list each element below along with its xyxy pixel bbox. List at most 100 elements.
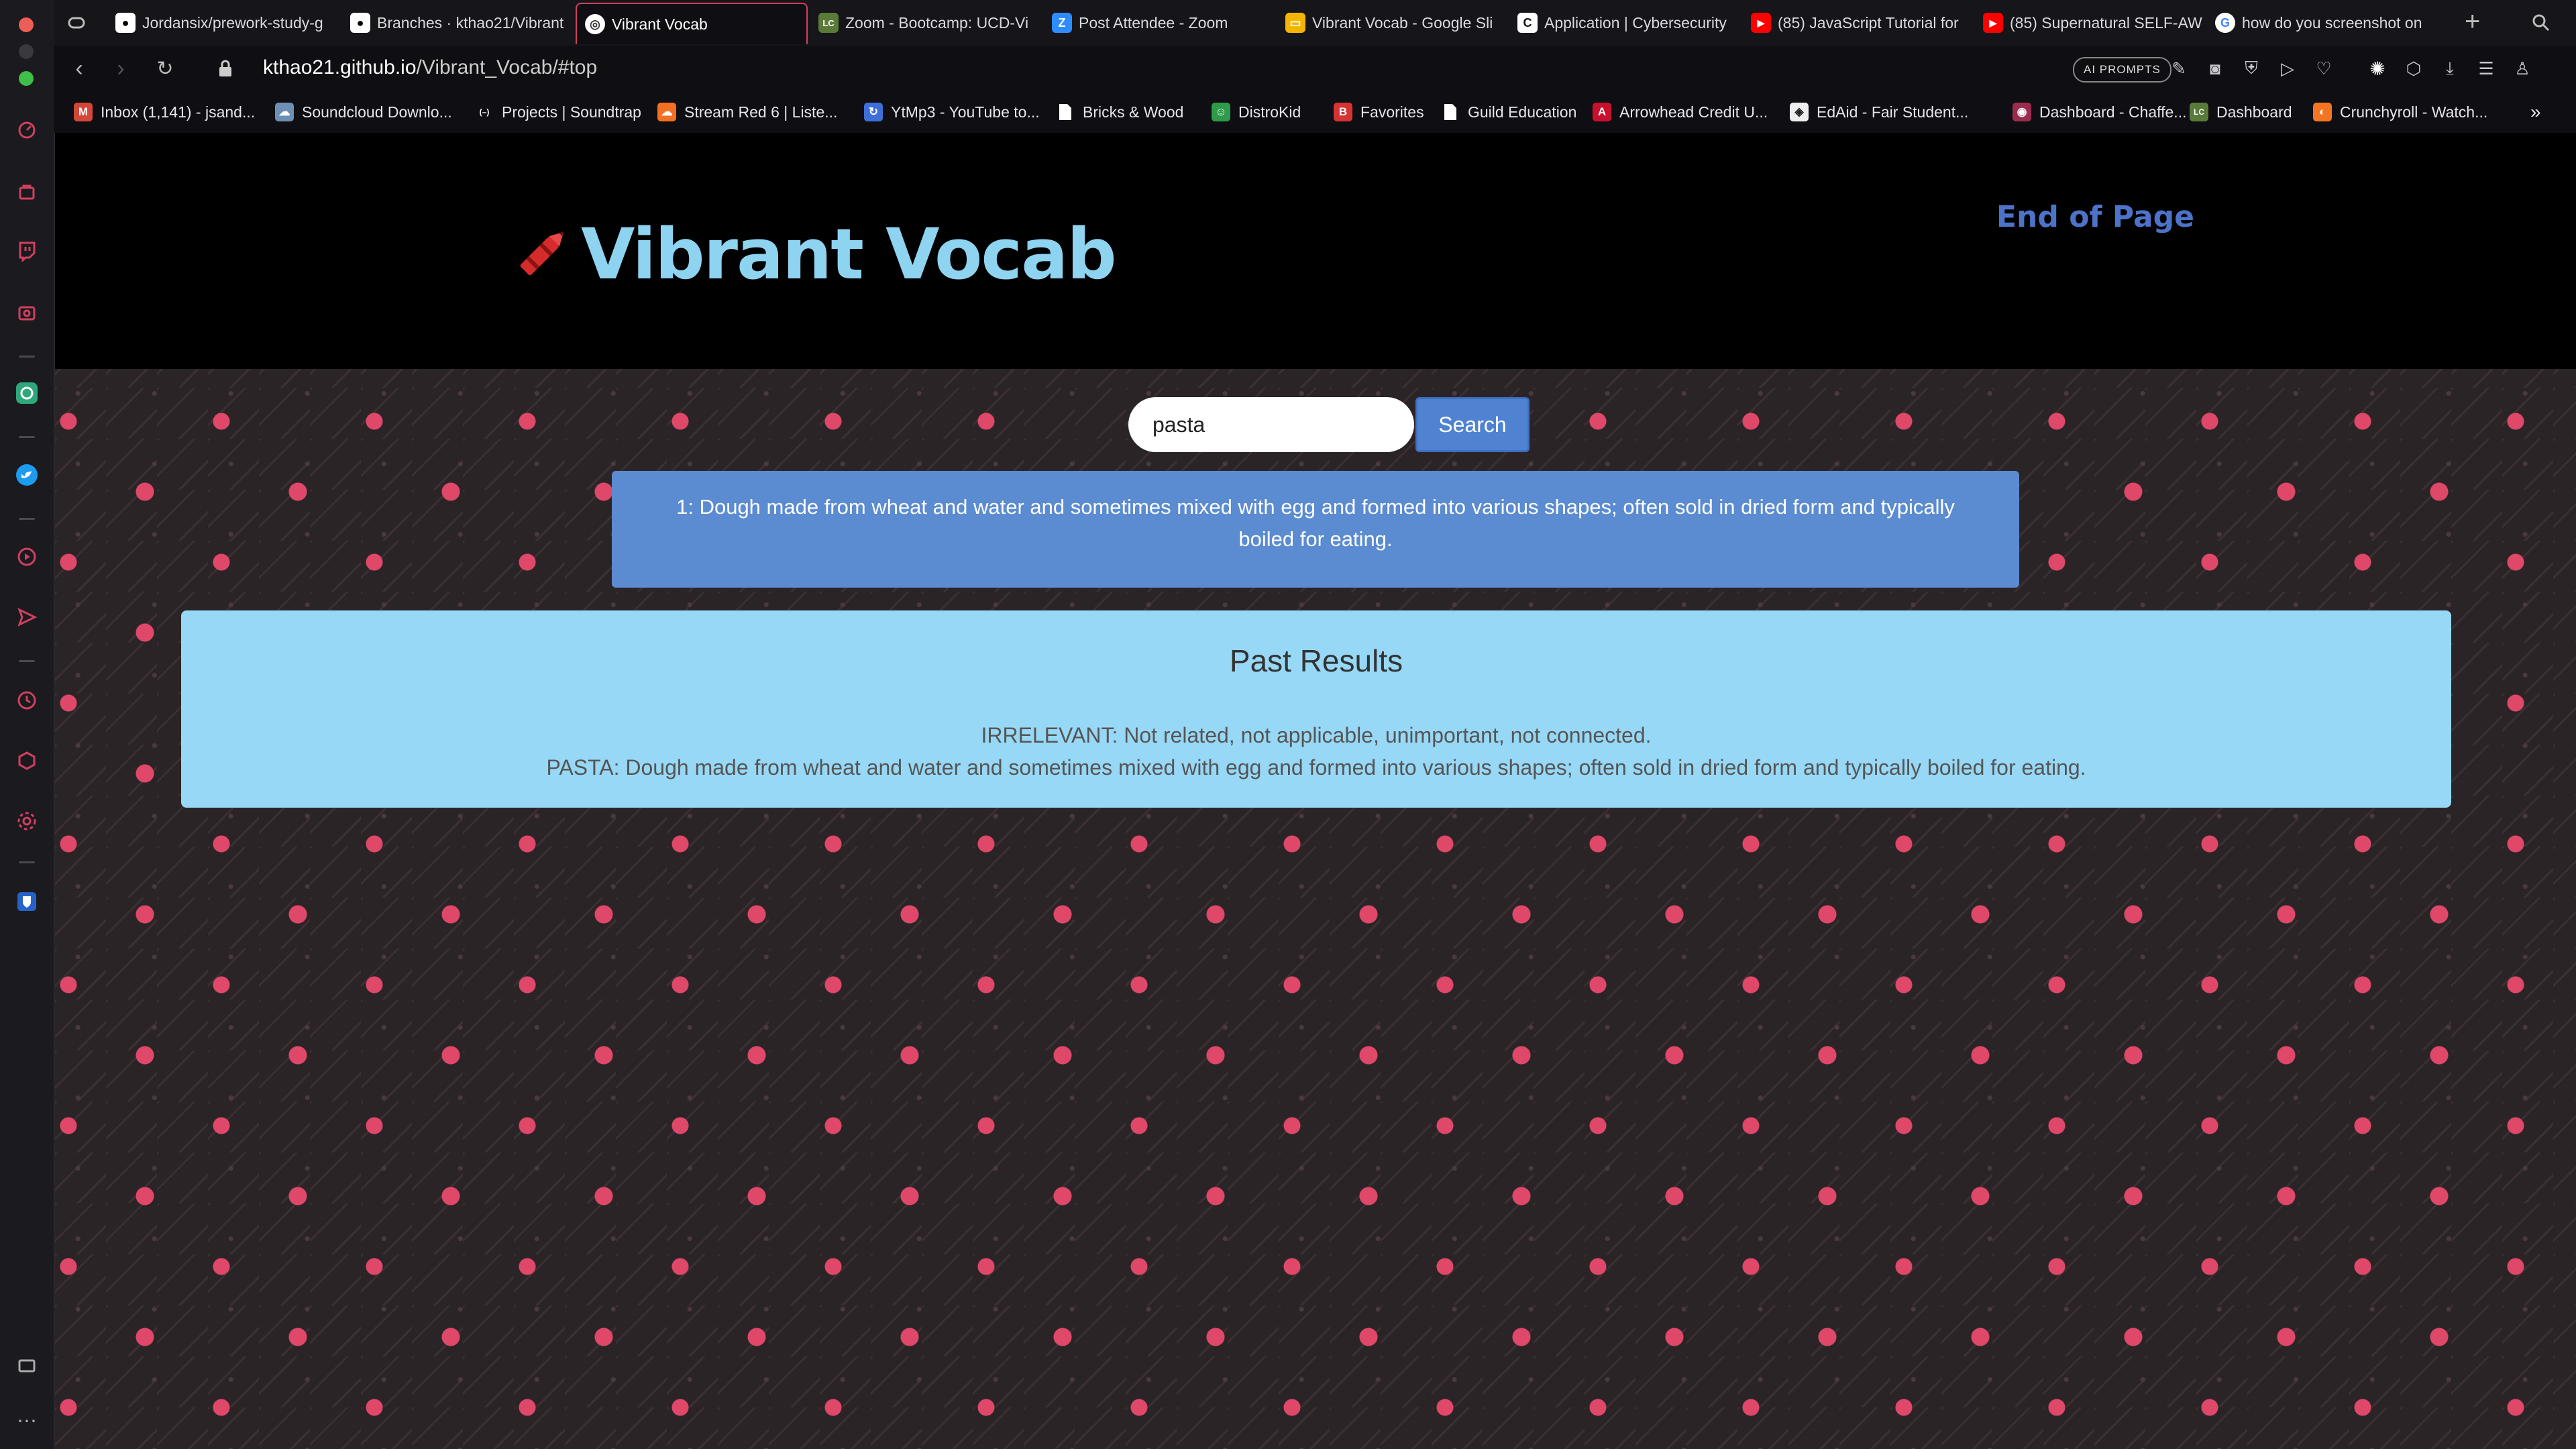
new-tab-button[interactable]: + bbox=[2465, 7, 2480, 37]
past-result-item: IRRELEVANT: Not related, not applicable,… bbox=[981, 723, 1652, 747]
more-bookmarks-button[interactable]: » bbox=[2530, 99, 2541, 125]
sidebar-divider bbox=[19, 660, 35, 662]
maximize-window-button[interactable] bbox=[19, 71, 34, 86]
bookmark-item[interactable]: A Arrowhead Credit U... bbox=[1593, 99, 1768, 125]
bookmark-label: YtMp3 - YouTube to... bbox=[891, 103, 1040, 121]
google-icon: G bbox=[2215, 13, 2235, 33]
bookmark-item[interactable]: Bricks & Wood bbox=[1056, 99, 1183, 125]
reload-icon[interactable]: ↻ bbox=[152, 55, 178, 82]
bookmark-item[interactable]: ◐ Crunchyroll - Watch... bbox=[2313, 99, 2487, 125]
heart-icon[interactable]: ♡ bbox=[2312, 56, 2336, 80]
tab[interactable]: LC Zoom - Bootcamp: UCD-Vi bbox=[810, 3, 1046, 43]
c-icon: C bbox=[1517, 13, 1538, 33]
bookmark-item[interactable]: ↻ YtMp3 - YouTube to... bbox=[864, 99, 1040, 125]
site-title-text: Vibrant Vocab bbox=[581, 213, 1117, 295]
bitwarden-icon[interactable] bbox=[13, 888, 40, 915]
sidebar-divider bbox=[19, 436, 35, 438]
chaffey-icon: ◉ bbox=[2012, 103, 2031, 121]
bookmark-item[interactable]: LC Dashboard bbox=[2190, 99, 2292, 125]
edit-icon[interactable]: ✎ bbox=[2167, 56, 2191, 80]
tab[interactable]: ▶ (85) JavaScript Tutorial for bbox=[1743, 3, 1972, 43]
past-results-title: Past Results bbox=[1229, 643, 1403, 678]
bookmark-label: Arrowhead Credit U... bbox=[1619, 103, 1768, 121]
speed-dial-icon[interactable] bbox=[13, 117, 40, 144]
tab[interactable]: G how do you screenshot on bbox=[2207, 3, 2436, 43]
youtube-icon: ▶ bbox=[1751, 13, 1771, 33]
tab-active[interactable]: ◎ Vibrant Vocab bbox=[576, 3, 808, 44]
tab[interactable]: Z Post Attendee - Zoom bbox=[1044, 3, 1280, 43]
ai-prompts-button[interactable]: AI PROMPTS bbox=[2073, 57, 2171, 83]
search-input[interactable] bbox=[1128, 397, 1414, 452]
bookmark-item[interactable]: ◉ Dashboard - Chaffe... bbox=[2012, 99, 2186, 125]
bookmark-label: Inbox (1,141) - jsand... bbox=[101, 103, 256, 121]
minimize-window-button[interactable] bbox=[19, 44, 34, 59]
send-icon[interactable] bbox=[13, 604, 40, 631]
download-icon[interactable]: ⤓ bbox=[2438, 56, 2462, 80]
tab-search-icon[interactable] bbox=[2529, 11, 2553, 35]
camera-icon[interactable]: ◙ bbox=[2203, 56, 2227, 80]
easy-setup-icon[interactable]: ☰ bbox=[2474, 56, 2498, 80]
extensions-icon[interactable] bbox=[13, 747, 40, 774]
tab-title: (85) JavaScript Tutorial for bbox=[1778, 13, 1959, 32]
bookmark-item[interactable]: ◈ EdAid - Fair Student... bbox=[1790, 99, 1968, 125]
site-header: Vibrant Vocab End of Page bbox=[55, 133, 2576, 369]
bookmark-label: Stream Red 6 | Liste... bbox=[684, 103, 838, 121]
github-icon: ● bbox=[115, 13, 136, 33]
player-icon[interactable] bbox=[13, 543, 40, 570]
browser-sidebar: ⋯ bbox=[0, 0, 55, 1449]
easy-setup-icon[interactable] bbox=[13, 1352, 40, 1379]
twitter-icon[interactable] bbox=[13, 462, 40, 488]
tab-title: Zoom - Bootcamp: UCD-Vi bbox=[845, 13, 1029, 32]
bookmark-label: EdAid - Fair Student... bbox=[1817, 103, 1969, 121]
bookmark-item[interactable]: ☁ Soundcloud Downlo... bbox=[275, 99, 452, 125]
send-icon[interactable]: ▷ bbox=[2275, 56, 2300, 80]
bookmark-item[interactable]: ☺ DistroKid bbox=[1212, 99, 1301, 125]
tab-title: how do you screenshot on bbox=[2242, 13, 2422, 32]
globe-icon: ◎ bbox=[585, 14, 605, 34]
b-icon: B bbox=[1334, 103, 1352, 121]
bookmark-label: Favorites bbox=[1360, 103, 1424, 121]
chatgpt-icon[interactable] bbox=[13, 380, 40, 407]
tab-title: Jordansix/prework-study-g bbox=[142, 13, 323, 32]
shopping-icon[interactable] bbox=[13, 178, 40, 205]
close-window-button[interactable] bbox=[19, 17, 34, 32]
bookmark-item[interactable]: M Inbox (1,141) - jsand... bbox=[74, 99, 255, 125]
youtube-icon: ▶ bbox=[1983, 13, 2003, 33]
forward-icon[interactable]: › bbox=[107, 55, 134, 82]
history-icon[interactable] bbox=[13, 687, 40, 714]
twitch-icon[interactable] bbox=[13, 237, 40, 264]
bookmark-label: Dashboard - Chaffe... bbox=[2039, 103, 2187, 121]
page-icon bbox=[1441, 103, 1460, 121]
bookmark-label: Guild Education bbox=[1468, 103, 1577, 121]
address-bar: ‹ › ↻ kthao21.github.io/Vibrant_Vocab/#t… bbox=[54, 46, 2576, 91]
profile-icon[interactable]: ♙ bbox=[2510, 56, 2534, 80]
search-button[interactable]: Search bbox=[1415, 397, 1529, 452]
games-icon[interactable] bbox=[13, 299, 40, 326]
tab[interactable]: ▶ (85) Supernatural SELF-AW bbox=[1975, 3, 2204, 43]
soundcloud-icon: ☁ bbox=[657, 103, 676, 121]
settings-icon[interactable] bbox=[13, 808, 40, 835]
bookmarks-bar: M Inbox (1,141) - jsand... ☁ Soundcloud Dow… bbox=[54, 91, 2576, 133]
adblock-icon[interactable]: ⛨ bbox=[2239, 56, 2263, 80]
url-path: /Vibrant_Vocab/#top bbox=[416, 56, 598, 78]
zoom-icon: Z bbox=[1052, 13, 1072, 33]
tab-islands-icon[interactable] bbox=[63, 9, 90, 36]
tab[interactable]: ▭ Vibrant Vocab - Google Sli bbox=[1277, 3, 1513, 43]
more-options-icon[interactable]: ⋯ bbox=[13, 1407, 40, 1434]
bookmark-item[interactable]: (–) Projects | Soundtrap bbox=[475, 99, 641, 125]
bookmark-item[interactable]: B Favorites bbox=[1334, 99, 1424, 125]
tab[interactable]: C Application | Cybersecurity bbox=[1509, 3, 1739, 43]
site-title: Vibrant Vocab bbox=[504, 213, 1117, 295]
past-result-item: PASTA: Dough made from wheat and water a… bbox=[546, 755, 2086, 780]
end-of-page-link[interactable]: End of Page bbox=[1996, 200, 2194, 234]
bookmark-item[interactable]: Guild Education bbox=[1441, 99, 1576, 125]
sidebar-divider bbox=[19, 518, 35, 520]
page-icon bbox=[1056, 103, 1075, 121]
bookmark-item[interactable]: ☁ Stream Red 6 | Liste... bbox=[657, 99, 837, 125]
back-icon[interactable]: ‹ bbox=[66, 55, 93, 82]
vpn-icon[interactable]: ✺ bbox=[2365, 56, 2390, 80]
crunchyroll-icon: ◐ bbox=[2313, 103, 2332, 121]
bookmark-label: Dashboard bbox=[2216, 103, 2292, 121]
extensions-icon[interactable]: ⬡ bbox=[2402, 56, 2426, 80]
url-field[interactable]: kthao21.github.io/Vibrant_Vocab/#top bbox=[263, 56, 597, 79]
